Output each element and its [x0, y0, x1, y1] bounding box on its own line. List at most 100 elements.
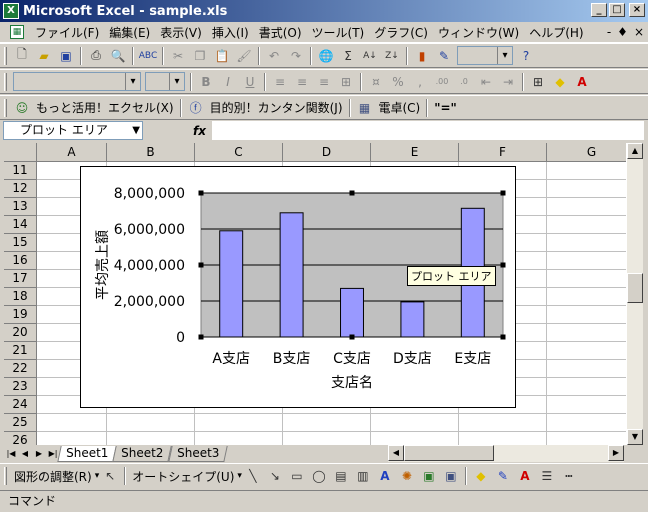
- menu-insert[interactable]: 挿入(I): [207, 24, 254, 41]
- redo-icon[interactable]: ↷: [286, 46, 306, 66]
- paste-icon[interactable]: 📋: [212, 46, 232, 66]
- menu-view[interactable]: 表示(V): [155, 24, 207, 41]
- workbook-icon[interactable]: ▦: [10, 25, 24, 39]
- row-header-21[interactable]: 21: [4, 342, 37, 360]
- increase-decimal-icon[interactable]: .00: [432, 72, 452, 92]
- row-header-18[interactable]: 18: [4, 288, 37, 306]
- menu-format[interactable]: 書式(O): [254, 24, 307, 41]
- toolbar-grip[interactable]: [4, 98, 7, 117]
- column-header-b[interactable]: B: [107, 143, 195, 162]
- picture-icon[interactable]: ▣: [441, 466, 461, 486]
- new-document-icon[interactable]: 🗋: [12, 46, 32, 66]
- italic-icon[interactable]: I: [218, 72, 238, 92]
- chevron-down-icon[interactable]: ▾: [95, 471, 100, 481]
- percent-icon[interactable]: %: [388, 72, 408, 92]
- calculator-button[interactable]: 電卓(C): [376, 99, 424, 116]
- underline-icon[interactable]: U: [240, 72, 260, 92]
- horizontal-scroll-thumb[interactable]: [404, 445, 494, 461]
- column-header-e[interactable]: E: [371, 143, 459, 162]
- column-header-d[interactable]: D: [283, 143, 371, 162]
- sort-ascending-icon[interactable]: A↓: [360, 46, 380, 66]
- row-header-20[interactable]: 20: [4, 324, 37, 342]
- font-color-icon[interactable]: A: [572, 72, 592, 92]
- column-header-g[interactable]: G: [547, 143, 626, 162]
- font-name-combo[interactable]: [13, 72, 141, 91]
- decrease-indent-icon[interactable]: ⇤: [476, 72, 496, 92]
- tab-sheet2[interactable]: Sheet2: [112, 445, 173, 462]
- format-painter-icon[interactable]: 🖌: [234, 46, 254, 66]
- row-header-16[interactable]: 16: [4, 252, 37, 270]
- line-icon[interactable]: ╲: [243, 466, 263, 486]
- chevron-down-icon[interactable]: ▼: [132, 122, 140, 139]
- draw-adjust-menu[interactable]: 図形の調整(R): [11, 468, 95, 485]
- line-style-icon[interactable]: ☰: [537, 466, 557, 486]
- workbook-close-button[interactable]: ×: [634, 25, 644, 39]
- menu-file[interactable]: ファイル(F): [30, 24, 104, 41]
- align-right-icon[interactable]: ≡: [314, 72, 334, 92]
- row-header-22[interactable]: 22: [4, 360, 37, 378]
- minimize-button[interactable]: _: [591, 3, 607, 17]
- align-center-icon[interactable]: ≡: [292, 72, 312, 92]
- row-header-26[interactable]: 26: [4, 432, 37, 445]
- column-header-a[interactable]: A: [37, 143, 107, 162]
- row-header-14[interactable]: 14: [4, 216, 37, 234]
- fill-color-icon[interactable]: ◆: [550, 72, 570, 92]
- print-preview-icon[interactable]: 🔍: [108, 46, 128, 66]
- horizontal-scrollbar[interactable]: ◀ ▶: [388, 445, 624, 462]
- toolbar-grip[interactable]: [4, 72, 7, 91]
- vertical-textbox-icon[interactable]: ▥: [353, 466, 373, 486]
- chevron-down-icon[interactable]: ▾: [237, 471, 242, 481]
- more-excel-button[interactable]: もっと活用！エクセル(X): [33, 99, 177, 116]
- sort-descending-icon[interactable]: Z↓: [382, 46, 402, 66]
- tab-sheet3[interactable]: Sheet3: [167, 445, 228, 462]
- comma-icon[interactable]: ,: [410, 72, 430, 92]
- row-header-11[interactable]: 11: [4, 162, 37, 180]
- autoshape-menu[interactable]: オートシェイプ(U): [129, 468, 237, 485]
- row-header-23[interactable]: 23: [4, 378, 37, 396]
- bold-icon[interactable]: B: [196, 72, 216, 92]
- oval-icon[interactable]: ◯: [309, 466, 329, 486]
- toolbar-grip[interactable]: [4, 46, 7, 65]
- scroll-right-icon[interactable]: ▶: [608, 445, 624, 461]
- maximize-button[interactable]: □: [609, 3, 625, 17]
- hyperlink-icon[interactable]: 🌐: [316, 46, 336, 66]
- open-folder-icon[interactable]: ▰: [34, 46, 54, 66]
- row-header-15[interactable]: 15: [4, 234, 37, 252]
- cut-icon[interactable]: ✂: [168, 46, 188, 66]
- drawing-icon[interactable]: ✎: [434, 46, 454, 66]
- undo-icon[interactable]: ↶: [264, 46, 284, 66]
- menu-tools[interactable]: ツール(T): [307, 24, 370, 41]
- first-sheet-icon[interactable]: |◀: [4, 446, 18, 461]
- excel-app-icon[interactable]: X: [3, 3, 19, 19]
- scroll-up-icon[interactable]: ▲: [627, 143, 643, 159]
- row-header-19[interactable]: 19: [4, 306, 37, 324]
- row-header-24[interactable]: 24: [4, 396, 37, 414]
- row-header-25[interactable]: 25: [4, 414, 37, 432]
- increase-indent-icon[interactable]: ⇥: [498, 72, 518, 92]
- merge-center-icon[interactable]: ⊞: [336, 72, 356, 92]
- select-pointer-icon[interactable]: ↖: [100, 466, 120, 486]
- name-box[interactable]: プロット エリア ▼: [3, 121, 143, 140]
- row-header-12[interactable]: 12: [4, 180, 37, 198]
- chart-area[interactable]: 0 2,000,000 4,000,000 6,000,000 8,000,000 A支店…: [80, 166, 516, 408]
- bar-chart[interactable]: 0 2,000,000 4,000,000 6,000,000 8,000,000 A支店…: [81, 167, 517, 409]
- decrease-decimal-icon[interactable]: .0: [454, 72, 474, 92]
- currency-icon[interactable]: ¤: [366, 72, 386, 92]
- scroll-down-icon[interactable]: ▼: [627, 429, 643, 445]
- menu-window[interactable]: ウィンドウ(W): [433, 24, 524, 41]
- save-icon[interactable]: ▣: [56, 46, 76, 66]
- line-color-icon[interactable]: ✎: [493, 466, 513, 486]
- scroll-left-icon[interactable]: ◀: [388, 445, 404, 461]
- equals-button[interactable]: "=": [431, 101, 460, 115]
- wordart-icon[interactable]: A: [375, 466, 395, 486]
- workbook-minimize-button[interactable]: -: [607, 25, 611, 39]
- borders-icon[interactable]: ⊞: [528, 72, 548, 92]
- menu-help[interactable]: ヘルプ(H): [524, 24, 588, 41]
- fill-color-icon[interactable]: ◆: [471, 466, 491, 486]
- toolbar-grip[interactable]: [4, 467, 7, 485]
- formula-input[interactable]: [212, 121, 644, 140]
- vertical-scroll-thumb[interactable]: [627, 273, 643, 303]
- column-header-c[interactable]: C: [195, 143, 283, 162]
- menu-chart[interactable]: グラフ(C): [369, 24, 433, 41]
- fx-icon[interactable]: fx: [193, 124, 206, 138]
